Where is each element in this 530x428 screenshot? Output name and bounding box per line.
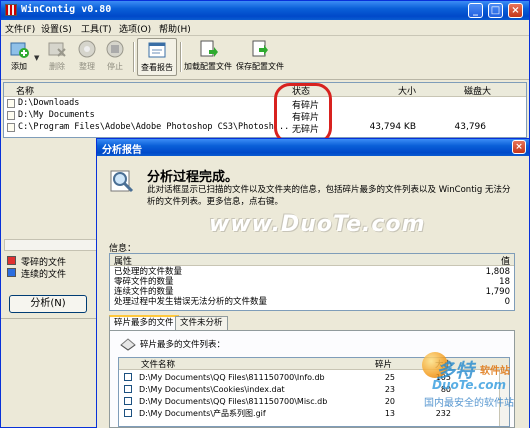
info-row: 处理过程中发生错误无法分析的文件数量 0 [114,297,510,307]
info-row: 连续文件的数量 1,790 [114,287,510,297]
column-value[interactable]: 值 [501,254,510,267]
legend: 零碎的文件 连续的文件 [7,255,66,280]
maximize-button[interactable]: □ [488,3,503,18]
add-icon [10,42,29,58]
stop-icon [106,40,124,58]
info-table[interactable]: 属性 值 已处理的文件数量 1,808 零碎文件的数量 18 连续文件的数量 1… [109,253,515,311]
menu-help[interactable]: 帮助(H) [159,22,191,35]
column-size[interactable]: 大小 [398,84,416,97]
tab-most-fragmented[interactable]: 碎片最多的文件 [109,315,179,330]
highlight-circle [274,83,332,144]
dialog-close-button[interactable]: × [512,140,526,154]
toolbar-separator [133,42,135,72]
load-profile-icon [200,40,218,57]
view-report-button[interactable]: 查看报告 [137,38,177,76]
dialog-title: 分析报告 [102,145,142,156]
file-list-row[interactable]: D:\My Documents 有碎片 [4,110,526,123]
report-icon [148,42,166,58]
title-bar[interactable]: WinContig v0.80 _ □ × [1,1,529,20]
dialog-heading: 分析过程完成。 [147,170,239,185]
fragmented-swatch [7,256,16,265]
status-bar [1,318,101,321]
menu-options[interactable]: 选项(O) [119,22,151,35]
dialog-title-bar[interactable]: 分析报告 × [97,139,529,156]
row-checkbox[interactable] [124,397,132,405]
toolbar: 添加 ▼ 删除 整理 停止 查看报告 加载配置文件 保存配置文件 [1,36,529,80]
contiguous-swatch [7,268,16,277]
row-checkbox[interactable] [124,373,132,381]
analyze-button[interactable]: 分析(N) [9,295,87,313]
site-watermark: www.DuoTe.com [209,212,426,237]
row-checkbox[interactable] [124,409,132,417]
info-row: 已处理的文件数量 1,808 [114,267,510,277]
info-table-header: 属性 值 [110,254,514,267]
row-checkbox[interactable] [7,123,15,132]
frag-list-title: 碎片最多的文件列表： [140,340,226,350]
defrag-button[interactable]: 整理 [73,38,101,76]
row-checkbox[interactable] [124,385,132,393]
remove-button[interactable]: 删除 [43,38,71,76]
tab-not-analyzed[interactable]: 文件未分析 [175,316,228,330]
column-name[interactable]: 名称 [16,84,34,97]
dialog-description: 此对话框显示已扫描的文件以及文件夹的信息，包括碎片最多的文件列表以及 WinCo… [147,185,511,207]
magnifier-icon [110,170,134,193]
add-dropdown-arrow[interactable]: ▼ [34,54,39,62]
menu-settings[interactable]: 设置(S) [41,22,72,35]
menu-file[interactable]: 文件(F) [5,22,35,35]
file-list[interactable]: 名称 状态 大小 磁盘大 D:\Downloads 有碎片 D:\My Docu… [3,82,527,138]
row-checkbox[interactable] [7,111,15,120]
legend-fragmented: 零碎的文件 [7,255,66,268]
disk-icon [120,338,136,351]
legend-contiguous: 连续的文件 [7,267,66,280]
remove-icon [48,42,66,57]
file-list-row[interactable]: D:\Downloads 有碎片 [4,98,526,111]
site-logo-watermark: 多特 软件站 DuoTe.com 国内最安全的软件站 [422,352,530,428]
toolbar-separator [180,42,182,72]
horizontal-scrollbar[interactable] [4,239,99,251]
load-profile-button[interactable]: 加载配置文件 [184,38,232,76]
minimize-button[interactable]: _ [468,3,483,18]
file-list-header: 名称 状态 大小 磁盘大 [4,83,526,97]
menu-bar: 文件(F) 设置(S) 工具(T) 选项(O) 帮助(H) [1,20,529,36]
app-icon [5,4,17,16]
defrag-icon [78,40,96,58]
save-profile-icon [252,40,268,57]
file-list-row[interactable]: C:\Program Files\Adobe\Adobe Photoshop C… [4,122,526,135]
info-row: 零碎文件的数量 18 [114,277,510,287]
close-button[interactable]: × [508,3,523,18]
add-button[interactable]: 添加 [5,38,33,76]
menu-tools[interactable]: 工具(T) [81,22,112,35]
column-fragments[interactable]: 碎片 [375,358,392,370]
window-title: WinContig v0.80 [21,4,112,15]
save-profile-button[interactable]: 保存配置文件 [235,38,285,76]
column-file-name[interactable]: 文件名称 [141,358,175,370]
column-property[interactable]: 属性 [114,254,132,267]
row-checkbox[interactable] [7,99,15,108]
column-disk-size[interactable]: 磁盘大 [464,84,491,97]
stop-button[interactable]: 停止 [101,38,129,76]
